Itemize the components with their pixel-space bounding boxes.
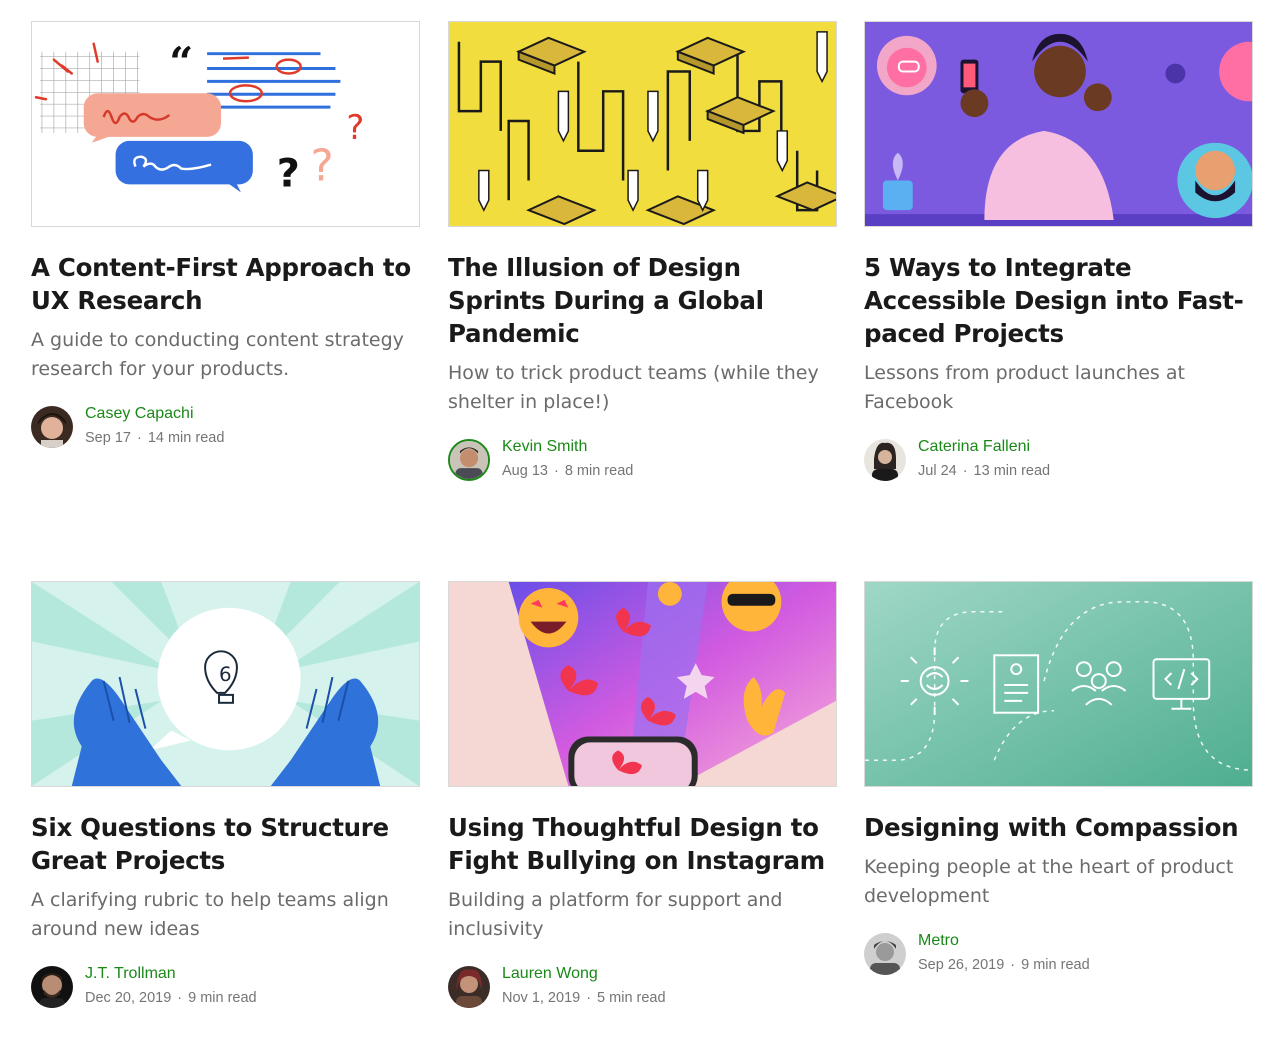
article-meta: Sep 26, 2019 · 9 min read — [918, 955, 1090, 975]
read-time: 14 min read — [147, 430, 225, 446]
article-thumbnail-six-questions[interactable]: 6 — [31, 581, 420, 787]
author-avatar[interactable] — [864, 933, 906, 975]
author-avatar[interactable] — [31, 406, 73, 448]
publish-date: Sep 26, 2019 — [918, 957, 1005, 973]
publish-date: Aug 13 — [502, 463, 548, 479]
svg-text:?: ? — [277, 150, 300, 196]
article-meta: Nov 1, 2019 · 5 min read — [502, 988, 666, 1008]
meta-separator: · — [136, 430, 142, 446]
meta-separator: · — [553, 463, 559, 479]
author-byline: Caterina Falleni Jul 24 · 13 min read — [864, 436, 1253, 481]
article-card: 6 Six Questions to Structure Great Proje… — [31, 581, 420, 1008]
article-subtitle: Lessons from product launches at Faceboo… — [864, 362, 1185, 413]
svg-text:“: “ — [169, 38, 193, 87]
read-time: 13 min read — [973, 463, 1051, 479]
author-name-link[interactable]: Kevin Smith — [502, 436, 633, 458]
lightbulb-hands-illustration: 6 — [32, 582, 419, 786]
article-thumbnail-content-first[interactable]: “ ? ? ? — [31, 21, 420, 227]
author-byline: Lauren Wong Nov 1, 2019 · 5 min read — [448, 963, 837, 1008]
author-byline: Metro Sep 26, 2019 · 9 min read — [864, 930, 1253, 975]
author-name-link[interactable]: Caterina Falleni — [918, 436, 1050, 458]
publish-date: Jul 24 — [918, 463, 957, 479]
publish-date: Sep 17 — [85, 430, 131, 446]
pencil-maze-illustration — [449, 22, 836, 226]
article-thumbnail-compassion[interactable] — [864, 581, 1253, 787]
article-thumbnail-design-sprints[interactable] — [448, 21, 837, 227]
compassion-icons-illustration — [865, 582, 1252, 786]
read-time: 8 min read — [564, 463, 634, 479]
article-subtitle: Building a platform for support and incl… — [448, 889, 783, 940]
video-call-illustration — [865, 22, 1252, 226]
article-subtitle: How to trick product teams (while they s… — [448, 362, 819, 413]
article-thumbnail-instagram-bullying[interactable] — [448, 581, 837, 787]
article-title[interactable]: Designing with Compassion — [864, 811, 1253, 844]
article-meta: Aug 13 · 8 min read — [502, 461, 633, 481]
meta-separator: · — [962, 463, 968, 479]
article-meta: Dec 20, 2019 · 9 min read — [85, 988, 257, 1008]
publish-date: Nov 1, 2019 — [502, 990, 581, 1006]
article-grid: “ ? ? ? A Content-First Approach to UX R… — [0, 0, 1280, 1051]
svg-text:?: ? — [311, 141, 334, 192]
author-name-link[interactable]: Casey Capachi — [85, 403, 224, 425]
emoji-burst-illustration — [449, 582, 836, 786]
article-subtitle: A guide to conducting content strategy r… — [31, 329, 404, 380]
read-time: 9 min read — [188, 990, 257, 1006]
author-avatar[interactable] — [864, 439, 906, 481]
meta-separator: · — [586, 990, 592, 1006]
publish-date: Dec 20, 2019 — [85, 990, 172, 1006]
read-time: 5 min read — [597, 990, 666, 1006]
article-title[interactable]: Using Thoughtful Design to Fight Bullyin… — [448, 811, 837, 877]
article-title[interactable]: 5 Ways to Integrate Accessible Design in… — [864, 251, 1253, 350]
article-title[interactable]: Six Questions to Structure Great Project… — [31, 811, 420, 877]
author-avatar[interactable] — [31, 966, 73, 1008]
author-avatar[interactable] — [448, 966, 490, 1008]
author-byline: J.T. Trollman Dec 20, 2019 · 9 min read — [31, 963, 420, 1008]
article-subtitle: Keeping people at the heart of product d… — [864, 856, 1234, 907]
article-thumbnail-accessible-design[interactable] — [864, 21, 1253, 227]
article-subtitle: A clarifying rubric to help teams align … — [31, 889, 389, 940]
article-meta: Sep 17 · 14 min read — [85, 428, 224, 448]
svg-text:6: 6 — [219, 663, 232, 686]
article-title[interactable]: The Illusion of Design Sprints During a … — [448, 251, 837, 350]
read-time: 9 min read — [1021, 957, 1090, 973]
article-card: Using Thoughtful Design to Fight Bullyin… — [448, 581, 837, 1008]
meta-separator: · — [177, 990, 183, 1006]
article-card: “ ? ? ? A Content-First Approach to UX R… — [31, 21, 420, 448]
author-avatar[interactable] — [448, 439, 490, 481]
author-name-link[interactable]: Metro — [918, 930, 1090, 952]
author-byline: Casey Capachi Sep 17 · 14 min read — [31, 403, 420, 448]
article-card: The Illusion of Design Sprints During a … — [448, 21, 837, 481]
svg-text:?: ? — [346, 108, 364, 147]
author-name-link[interactable]: Lauren Wong — [502, 963, 666, 985]
article-meta: Jul 24 · 13 min read — [918, 461, 1050, 481]
author-byline: Kevin Smith Aug 13 · 8 min read — [448, 436, 837, 481]
article-card: Designing with Compassion Keeping people… — [864, 581, 1253, 975]
article-card: 5 Ways to Integrate Accessible Design in… — [864, 21, 1253, 481]
meta-separator: · — [1010, 957, 1016, 973]
article-title[interactable]: A Content-First Approach to UX Research — [31, 251, 420, 317]
content-research-illustration: “ ? ? ? — [32, 22, 419, 226]
author-name-link[interactable]: J.T. Trollman — [85, 963, 257, 985]
